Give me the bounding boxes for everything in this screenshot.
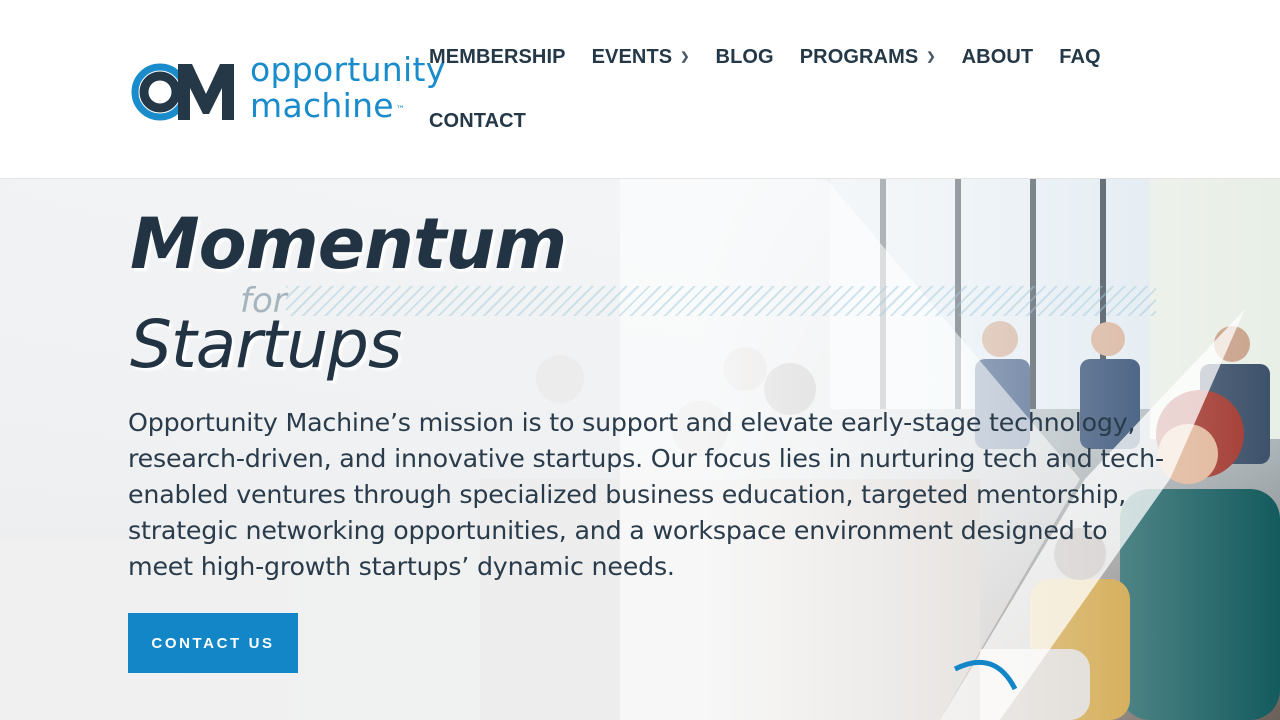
logo-word-opportunity: opportunity <box>250 50 446 89</box>
om-logo-mark <box>131 63 234 121</box>
nav-label: MEMBERSHIP <box>429 46 566 68</box>
nav-label: ABOUT <box>961 46 1034 68</box>
trademark-symbol: ™ <box>395 105 406 115</box>
logo-wordmark: opportunity machine ™ <box>250 52 446 124</box>
chevron-down-icon: ❯ <box>926 51 936 63</box>
decorative-stripe <box>286 286 1156 316</box>
logo-word-machine: machine <box>250 86 394 125</box>
contact-us-button[interactable]: CONTACT US <box>128 613 298 673</box>
nav-label: CONTACT <box>429 110 526 132</box>
site-header: opportunity machine ™ MEMBERSHIP EVENTS ❯… <box>0 0 1280 179</box>
nav-item-about[interactable]: ABOUT <box>962 38 1034 102</box>
mission-statement: Opportunity Machine’s mission is to supp… <box>128 408 1164 581</box>
nav-label: EVENTS <box>591 46 673 68</box>
nav-item-contact[interactable]: CONTACT <box>429 102 526 166</box>
nav-item-programs[interactable]: PROGRAMS ❯ <box>800 38 936 102</box>
main-navigation: MEMBERSHIP EVENTS ❯ BLOG PROGRAMS ❯ ABOU… <box>429 38 1109 166</box>
nav-label: BLOG <box>715 46 774 68</box>
nav-item-blog[interactable]: BLOG <box>716 38 774 102</box>
nav-item-events[interactable]: EVENTS ❯ <box>592 38 690 102</box>
nav-item-membership[interactable]: MEMBERSHIP <box>429 38 566 102</box>
nav-label: FAQ <box>1059 46 1101 68</box>
hero-section: Momentum for Startups Opportunity Machin… <box>0 179 1280 720</box>
site-logo[interactable]: opportunity machine ™ <box>130 52 445 126</box>
nav-item-faq[interactable]: FAQ <box>1059 38 1100 102</box>
chevron-down-icon: ❯ <box>680 51 690 63</box>
hero-title-line1: Momentum <box>130 203 567 285</box>
hero-title-line2: Startups <box>130 306 402 383</box>
nav-label: PROGRAMS <box>799 46 919 68</box>
